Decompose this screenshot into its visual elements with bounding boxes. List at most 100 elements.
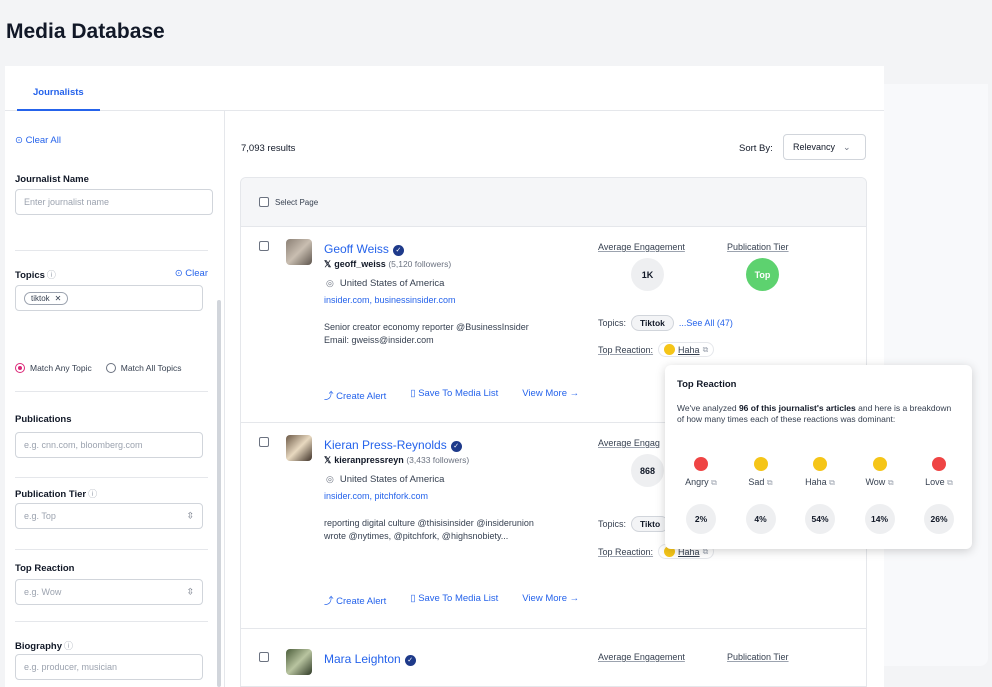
topics-label: Topics ⓘ <box>15 270 56 281</box>
reaction-pill[interactable]: Haha ⧉ <box>658 342 715 357</box>
bookmark-icon: ▯ <box>410 388 419 399</box>
journalist-name[interactable]: Kieran Press-Reynolds ✓ <box>324 438 462 452</box>
reaction-percent: 54% <box>805 504 835 534</box>
arrow-right-icon: → <box>566 388 580 399</box>
clear-circle-icon: ⊙ <box>174 268 186 279</box>
tab-journalists[interactable]: Journalists <box>17 66 100 111</box>
publication-tier-label: Publication Tier <box>727 652 789 662</box>
topic-chip: tiktok ✕ <box>24 291 69 305</box>
create-alert-button[interactable]: ⤴ Create Alert <box>324 593 386 607</box>
save-to-list-button[interactable]: ▯ Save To Media List <box>410 388 498 402</box>
row-checkbox[interactable] <box>259 241 269 251</box>
avatar <box>286 435 312 461</box>
updown-icon: ⇳ <box>186 510 194 521</box>
haha-emoji-icon <box>813 457 827 471</box>
publication-tier-label: Publication Tier <box>727 242 789 252</box>
outlets-links[interactable]: insider.com, pitchfork.com <box>324 491 428 501</box>
reaction-percent: 26% <box>924 504 954 534</box>
chip-close-icon[interactable]: ✕ <box>55 294 62 303</box>
info-icon: ⓘ <box>46 270 56 280</box>
journalist-name-label: Journalist Name <box>15 174 89 185</box>
external-link-icon: ⧉ <box>829 478 835 487</box>
external-link-icon: ⧉ <box>702 344 709 354</box>
publications-input[interactable]: e.g. cnn.com, bloomberg.com <box>15 432 203 458</box>
info-icon: ⓘ <box>63 641 73 651</box>
outlets-links[interactable]: insider.com, businessinsider.com <box>324 295 456 305</box>
biography-text: Senior creator economy reporter @Busines… <box>324 322 529 345</box>
location: ◎ United States of America <box>326 474 445 485</box>
tier-badge: Top <box>746 258 779 291</box>
divider <box>15 477 208 478</box>
view-more-button[interactable]: View More → <box>522 388 579 402</box>
external-link-icon: ⧉ <box>887 478 894 487</box>
love-emoji-icon <box>932 457 946 471</box>
save-to-list-button[interactable]: ▯ Save To Media List <box>410 593 498 607</box>
engagement-value: 868 <box>631 454 664 487</box>
avatar <box>286 239 312 265</box>
external-link-icon: ⧉ <box>766 478 773 487</box>
row-actions: ⤴ Create Alert ▯ Save To Media List View… <box>324 593 579 607</box>
match-any-radio[interactable] <box>15 363 25 373</box>
page-title: Media Database <box>6 20 165 43</box>
topics-input[interactable]: tiktok ✕ <box>15 285 203 311</box>
top-reaction-line: Top Reaction: Haha ⧉ <box>598 342 715 357</box>
verified-icon: ✓ <box>450 441 462 452</box>
match-all-radio[interactable] <box>105 363 116 373</box>
avatar <box>286 649 312 675</box>
list-header: Select Page <box>241 178 866 227</box>
select-page-checkbox[interactable] <box>259 197 269 207</box>
sidebar-scrollbar[interactable] <box>217 300 221 687</box>
top-reaction-select[interactable]: e.g. Wow ⇳ <box>15 579 203 605</box>
location-pin-icon: ◎ <box>326 278 334 288</box>
reaction-breakdown: Angry ⧉ 2% Sad ⧉ 4% Haha ⧉ 54% Wow ⧉ 14%… <box>675 457 965 534</box>
avg-engagement-label: Average Engagement <box>598 242 685 252</box>
topics-clear-link[interactable]: ⊙ Clear <box>175 268 208 279</box>
reaction-percent: 2% <box>686 504 716 534</box>
journalist-name[interactable]: Geoff Weiss ✓ <box>324 242 404 256</box>
clear-all-link[interactable]: ⊙ Clear All <box>15 135 61 146</box>
view-more-button[interactable]: View More → <box>522 593 579 607</box>
wow-emoji-icon <box>872 457 887 471</box>
tab-bar: Journalists <box>5 66 884 111</box>
trend-icon: ⤴ <box>324 391 337 402</box>
twitter-handle[interactable]: 𝕏geoff_weiss (5,120 followers) <box>324 259 451 270</box>
reaction-wow: Wow ⧉ 14% <box>854 457 906 534</box>
avg-engagement-label: Average Engagement <box>598 652 685 662</box>
reaction-percent: 14% <box>864 504 895 534</box>
sort-select[interactable]: Relevancy ⌄ <box>783 134 866 160</box>
divider <box>15 621 208 622</box>
verified-icon: ✓ <box>392 245 404 256</box>
see-all-topics-link[interactable]: ...See All (47) <box>679 318 733 328</box>
row-actions: ⤴ Create Alert ▯ Save To Media List View… <box>324 388 579 402</box>
trend-icon: ⤴ <box>324 596 337 607</box>
journalist-row: Mara Leighton ✓ Average Engagement Public… <box>241 629 866 686</box>
topic-pill[interactable]: Tiktok <box>631 315 674 331</box>
twitter-handle[interactable]: 𝕏kieranpressreyn (3,433 followers) <box>324 455 469 466</box>
verified-icon: ✓ <box>404 655 416 666</box>
reaction-angry: Angry ⧉ 2% <box>675 457 727 534</box>
topic-match-options: Match Any Topic Match All Topics <box>15 363 182 373</box>
external-link-icon: ⧉ <box>711 478 717 487</box>
publication-tier-select[interactable]: e.g. Top ⇳ <box>15 503 203 529</box>
results-count: 7,093 results <box>241 143 296 154</box>
reaction-love: Love ⧉ 26% <box>913 457 965 534</box>
bookmark-icon: ▯ <box>410 593 419 604</box>
journalist-name-input[interactable]: Enter journalist name <box>15 189 213 215</box>
tooltip-title: Top Reaction <box>677 379 737 390</box>
reaction-haha: Haha ⧉ 54% <box>794 457 846 534</box>
publication-tier-label: Publication Tier ⓘ <box>15 489 98 500</box>
updown-icon: ⇳ <box>186 586 194 597</box>
angry-emoji-icon <box>694 457 708 471</box>
sort-by-label: Sort By: <box>739 143 773 154</box>
topic-pill[interactable]: Tikto <box>631 516 670 532</box>
x-logo-icon: 𝕏 <box>324 455 332 465</box>
biography-input[interactable]: e.g. producer, musician <box>15 654 203 680</box>
publications-label: Publications <box>15 414 72 425</box>
create-alert-button[interactable]: ⤴ Create Alert <box>324 388 386 402</box>
location-pin-icon: ◎ <box>326 474 334 484</box>
row-checkbox[interactable] <box>259 652 269 662</box>
divider <box>15 549 208 550</box>
journalist-name[interactable]: Mara Leighton ✓ <box>324 652 416 666</box>
sad-emoji-icon <box>753 457 768 471</box>
row-checkbox[interactable] <box>259 437 269 447</box>
